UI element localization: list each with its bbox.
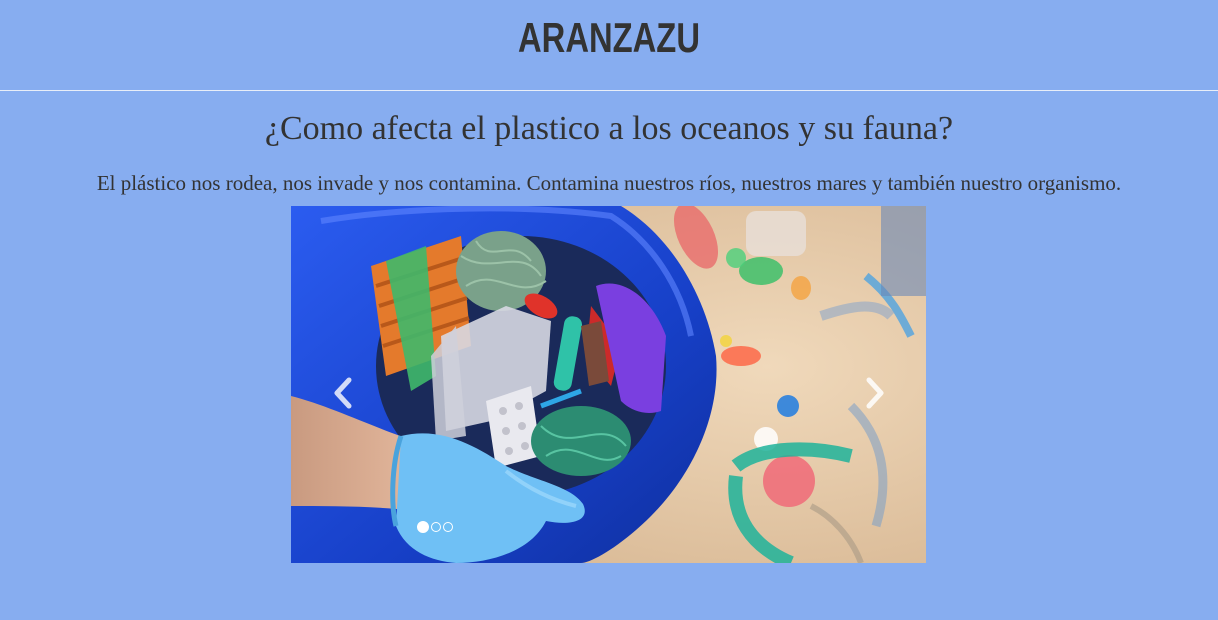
carousel-indicators (417, 520, 453, 534)
slide-image-plastic-bag (291, 206, 926, 563)
site-logo[interactable]: ARANZAZU (134, 14, 1084, 62)
site-header: ARANZAZU (0, 0, 1218, 91)
carousel-prev-button[interactable] (329, 376, 357, 410)
carousel-dot-2[interactable] (431, 522, 441, 532)
carousel-dot-3[interactable] (443, 522, 453, 532)
page-title: ¿Como afecta el plastico a los oceanos y… (264, 110, 954, 147)
chevron-right-icon (866, 377, 884, 409)
intro-paragraph: El plástico nos rodea, nos invade y nos … (96, 171, 1122, 195)
carousel-dot-1[interactable] (417, 521, 429, 533)
chevron-left-icon (334, 377, 352, 409)
carousel-next-button[interactable] (861, 376, 889, 410)
image-carousel[interactable] (291, 206, 926, 563)
